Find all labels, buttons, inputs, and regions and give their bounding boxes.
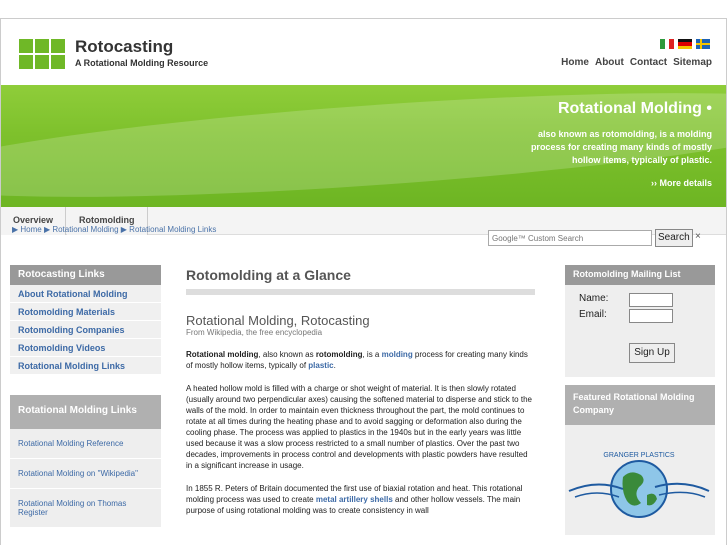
nav-contact[interactable]: Contact — [630, 57, 667, 68]
company-logo[interactable]: GRANGER PLASTICS — [567, 439, 711, 529]
top-navigation: Home About Contact Sitemap — [561, 57, 712, 68]
link-metal-artillery-shells[interactable]: metal artillery shells — [316, 495, 393, 504]
left-sidebar: Rotocasting Links About Rotational Moldi… — [10, 265, 161, 528]
paragraph-3: In 1855 R. Peters of Britain documented … — [186, 483, 535, 516]
text: , also known as — [258, 350, 316, 359]
email-label: Email: — [579, 309, 607, 320]
italy-flag-icon[interactable] — [660, 39, 675, 49]
sidebar-heading: Rotocasting Links — [10, 265, 161, 285]
link-thomas-register[interactable]: Rotational Molding on Thomas Register — [10, 489, 161, 528]
banner-text: also known as rotomolding, is a molding … — [530, 129, 712, 165]
close-icon[interactable]: × — [695, 231, 701, 242]
sweden-flag-icon[interactable] — [696, 39, 710, 49]
mailing-list-heading: Rotomolding Mailing List — [565, 265, 715, 285]
text: , is a — [362, 350, 382, 359]
sidebar-item-about[interactable]: About Rotational Molding — [10, 285, 161, 303]
text: . — [333, 361, 336, 370]
link-molding[interactable]: molding — [382, 350, 413, 359]
nav-home[interactable]: Home — [561, 57, 589, 68]
brand-title[interactable]: Rotocasting — [75, 37, 208, 57]
search-button[interactable]: Search — [655, 229, 693, 247]
breadcrumb[interactable]: ▶ Home ▶ Rotational Molding ▶ Rotational… — [12, 225, 216, 234]
hero-banner: Rotational Molding • also known as rotom… — [1, 85, 726, 207]
featured-company-block: Featured Rotational Molding Company GRAN… — [565, 385, 715, 535]
link-plastic[interactable]: plastic — [308, 361, 333, 370]
featured-company-heading: Featured Rotational Molding Company — [565, 385, 715, 425]
brand-subtitle: A Rotational Molding Resource — [75, 58, 209, 68]
paragraph-2: A heated hollow mold is filled with a ch… — [186, 384, 532, 470]
sidebar-item-companies[interactable]: Rotomolding Companies — [10, 321, 161, 339]
germany-flag-icon[interactable] — [678, 39, 692, 49]
paragraph-1: Rotational molding, also known as rotomo… — [186, 349, 535, 371]
featured-company-body: GRANGER PLASTICS — [565, 425, 715, 535]
search-input[interactable] — [488, 230, 652, 246]
sidebar-item-videos[interactable]: Rotomolding Videos — [10, 339, 161, 357]
page-title: Rotomolding at a Glance — [186, 267, 351, 283]
article-source: From Wikipedia, the free encyclopedia — [186, 328, 323, 337]
mailing-list-form: Name: Email: Sign Up — [565, 285, 715, 377]
name-label: Name: — [579, 293, 609, 304]
more-details-link[interactable]: ›› More details — [651, 178, 712, 188]
right-sidebar: Rotomolding Mailing List Name: Email: Si… — [565, 265, 715, 535]
sidebar-item-materials[interactable]: Rotomolding Materials — [10, 303, 161, 321]
link-reference[interactable]: Rotational Molding Reference — [10, 429, 161, 459]
term-rotomolding: rotomolding — [315, 350, 363, 359]
sidebar-heading-2: Rotational Molding Links — [10, 395, 161, 429]
sidebar-links-block: Rotational Molding Links Rotational Mold… — [10, 395, 161, 528]
main-content: Rotomolding at a Glance Rotational Moldi… — [186, 267, 535, 516]
sign-up-button[interactable]: Sign Up — [629, 343, 675, 363]
nav-about[interactable]: About — [595, 57, 624, 68]
divider — [186, 289, 535, 295]
banner-title: Rotational Molding • — [557, 100, 712, 117]
name-field[interactable] — [629, 293, 673, 307]
link-wikipedia[interactable]: Rotational Molding on "Wikipedia" — [10, 459, 161, 489]
email-field[interactable] — [629, 309, 673, 323]
nav-sitemap[interactable]: Sitemap — [673, 57, 712, 68]
brand: Rotocasting A Rotational Molding Resourc… — [75, 37, 208, 68]
logo-icon[interactable] — [19, 39, 65, 69]
logo-text: GRANGER PLASTICS — [603, 452, 675, 459]
article-heading: Rotational Molding, Rotocasting — [186, 313, 370, 328]
language-flags — [660, 39, 710, 49]
term-rotational-molding: Rotational molding — [186, 350, 259, 359]
sidebar-item-links[interactable]: Rotational Molding Links — [10, 357, 161, 375]
